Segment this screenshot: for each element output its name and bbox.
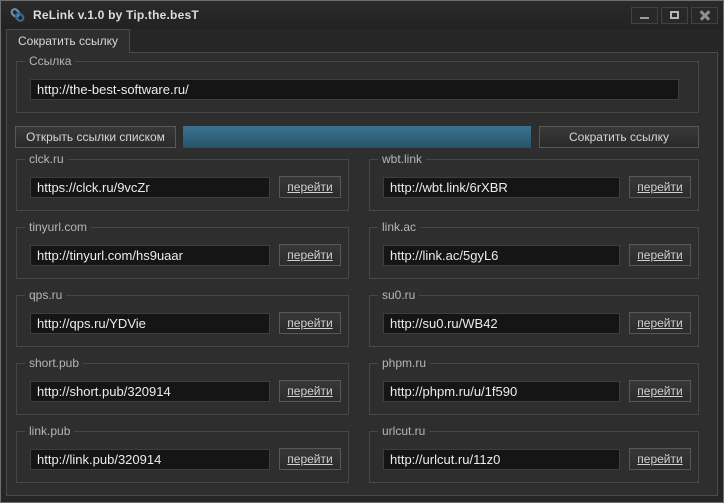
service-name: phpm.ru	[378, 356, 430, 370]
service-url-input[interactable]	[30, 449, 270, 470]
service-url-input[interactable]	[383, 449, 620, 470]
close-button[interactable]	[691, 7, 718, 24]
close-icon	[700, 10, 710, 20]
link-groupbox: Ссылка	[16, 61, 699, 113]
link-group-label: Ссылка	[25, 54, 75, 68]
progress-bar	[183, 126, 531, 148]
service-url-input[interactable]	[383, 177, 620, 198]
services-grid: clck.ru перейти wbt.link перейти tinyurl…	[16, 159, 699, 483]
service-go-button[interactable]: перейти	[279, 244, 341, 266]
service-url-input[interactable]	[30, 313, 270, 334]
tab-shorten-link[interactable]: Сократить ссылку	[6, 29, 130, 53]
service-name: short.pub	[25, 356, 83, 370]
maximize-button[interactable]	[661, 7, 688, 24]
service-groupbox: qps.ru перейти	[16, 295, 349, 347]
window-title: ReLink v.1.0 by Tip.the.besT	[33, 8, 631, 22]
service-groupbox: phpm.ru перейти	[369, 363, 699, 415]
service-go-button[interactable]: перейти	[629, 176, 691, 198]
service-go-button[interactable]: перейти	[629, 448, 691, 470]
title-bar: ReLink v.1.0 by Tip.the.besT	[1, 1, 723, 29]
service-groupbox: wbt.link перейти	[369, 159, 699, 211]
service-name: qps.ru	[25, 288, 66, 302]
progress-bar-fill	[183, 126, 531, 148]
service-groupbox: su0.ru перейти	[369, 295, 699, 347]
service-groupbox: tinyurl.com перейти	[16, 227, 349, 279]
service-url-input[interactable]	[383, 313, 620, 334]
service-groupbox: clck.ru перейти	[16, 159, 349, 211]
service-groupbox: short.pub перейти	[16, 363, 349, 415]
service-url-input[interactable]	[383, 245, 620, 266]
open-links-list-button[interactable]: Открыть ссылки списком	[15, 126, 176, 148]
app-window: ReLink v.1.0 by Tip.the.besT Сократить с…	[0, 0, 724, 503]
minimize-icon	[640, 17, 649, 19]
service-name: tinyurl.com	[25, 220, 91, 234]
service-url-input[interactable]	[30, 381, 270, 402]
service-go-button[interactable]: перейти	[279, 312, 341, 334]
service-name: wbt.link	[378, 152, 426, 166]
service-url-input[interactable]	[30, 245, 270, 266]
service-go-button[interactable]: перейти	[279, 380, 341, 402]
tab-strip: Сократить ссылку	[1, 29, 723, 52]
service-url-input[interactable]	[30, 177, 270, 198]
service-groupbox: link.pub перейти	[16, 431, 349, 483]
window-controls	[631, 7, 718, 24]
minimize-button[interactable]	[631, 7, 658, 24]
service-name: urlcut.ru	[378, 424, 429, 438]
service-name: clck.ru	[25, 152, 68, 166]
service-go-button[interactable]: перейти	[629, 312, 691, 334]
service-go-button[interactable]: перейти	[629, 244, 691, 266]
service-go-button[interactable]: перейти	[629, 380, 691, 402]
service-url-input[interactable]	[383, 381, 620, 402]
service-groupbox: link.ac перейти	[369, 227, 699, 279]
service-go-button[interactable]: перейти	[279, 448, 341, 470]
actions-row: Открыть ссылки списком Сократить ссылку	[7, 126, 717, 148]
maximize-icon	[670, 11, 679, 19]
service-groupbox: urlcut.ru перейти	[369, 431, 699, 483]
source-url-input[interactable]	[30, 79, 679, 100]
service-name: link.ac	[378, 220, 420, 234]
service-name: su0.ru	[378, 288, 419, 302]
main-panel: Ссылка Открыть ссылки списком Сократить …	[6, 52, 718, 496]
service-name: link.pub	[25, 424, 74, 438]
service-go-button[interactable]: перейти	[279, 176, 341, 198]
shorten-link-button[interactable]: Сократить ссылку	[539, 126, 699, 148]
chain-link-icon	[9, 7, 26, 23]
